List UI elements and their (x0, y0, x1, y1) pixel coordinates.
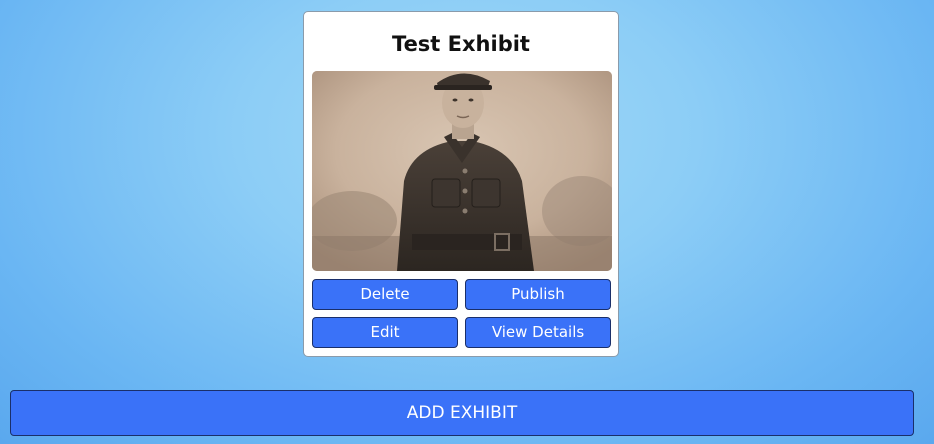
view-details-button[interactable]: View Details (465, 317, 611, 348)
exhibit-title: Test Exhibit (392, 32, 530, 56)
publish-button[interactable]: Publish (465, 279, 611, 310)
exhibit-card: Test Exhibit Delete Publish Edit View De… (303, 11, 619, 357)
delete-button[interactable]: Delete (312, 279, 458, 310)
exhibit-image (312, 71, 612, 271)
add-exhibit-button[interactable]: ADD EXHIBIT (10, 390, 914, 436)
edit-button[interactable]: Edit (312, 317, 458, 348)
